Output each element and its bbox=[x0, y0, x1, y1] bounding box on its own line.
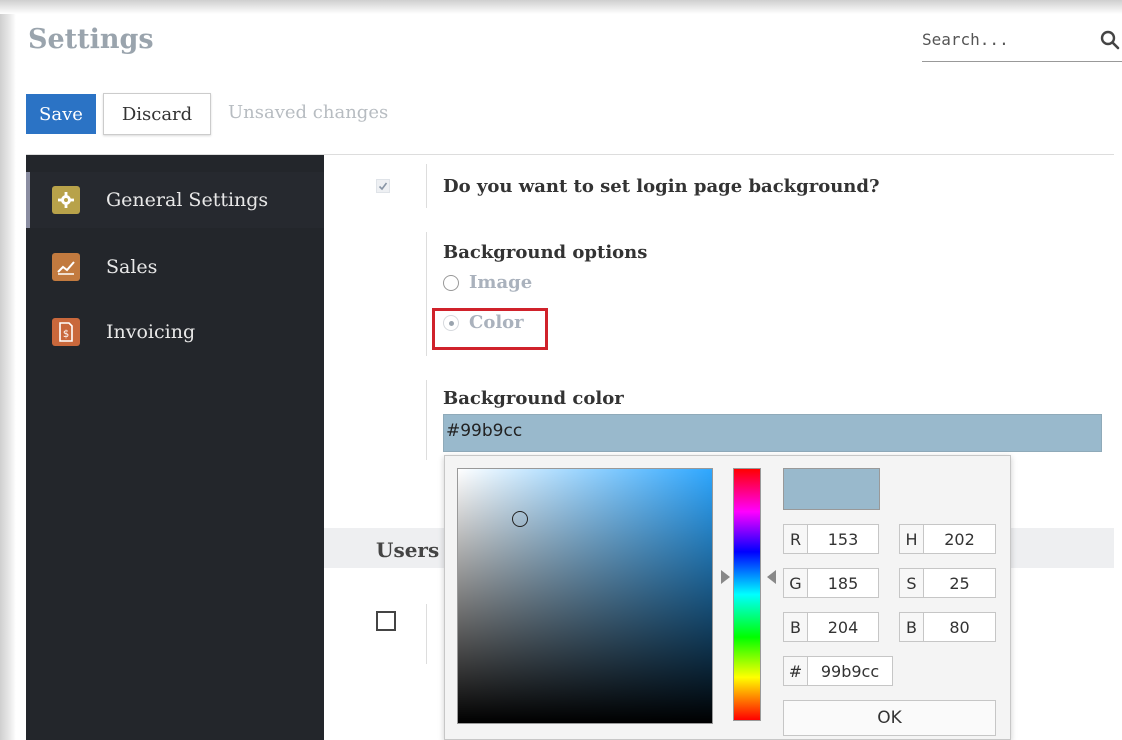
chart-icon bbox=[52, 253, 80, 281]
divider-line bbox=[426, 232, 427, 356]
field-label: B bbox=[784, 613, 808, 641]
login-background-question: Do you want to set login page background… bbox=[443, 176, 880, 197]
users-checkbox[interactable] bbox=[376, 611, 396, 631]
color-cursor[interactable] bbox=[512, 511, 528, 527]
window-frame-left bbox=[0, 0, 16, 740]
hue-field[interactable]: H 202 bbox=[899, 524, 996, 554]
field-label: # bbox=[784, 657, 808, 685]
sidebar-item-label: Sales bbox=[106, 256, 158, 278]
hue-slider-arrow-left[interactable] bbox=[721, 570, 730, 584]
field-value[interactable]: 185 bbox=[808, 569, 878, 597]
saturation-field[interactable]: S 25 bbox=[899, 568, 996, 598]
search-icon[interactable] bbox=[1098, 28, 1122, 52]
divider-line bbox=[426, 604, 427, 664]
saturation-value-field[interactable] bbox=[457, 468, 713, 724]
unsaved-changes-status: Unsaved changes bbox=[228, 102, 389, 123]
window-frame-top bbox=[0, 0, 1122, 14]
svg-text:$: $ bbox=[63, 329, 69, 340]
divider-line bbox=[426, 164, 427, 208]
hex-field[interactable]: # 99b9cc bbox=[783, 656, 893, 686]
field-value[interactable]: 204 bbox=[808, 613, 878, 641]
search-box bbox=[922, 26, 1122, 62]
field-label: B bbox=[900, 613, 924, 641]
radio-button[interactable] bbox=[443, 274, 459, 291]
sidebar: General Settings Sales $ Invoicing bbox=[26, 155, 324, 740]
search-input[interactable] bbox=[922, 30, 1082, 49]
radio-label: Image bbox=[469, 272, 533, 293]
red-field[interactable]: R 153 bbox=[783, 524, 879, 554]
background-color-label: Background color bbox=[443, 388, 624, 409]
field-value[interactable]: 202 bbox=[924, 525, 995, 553]
sidebar-item-label: Invoicing bbox=[106, 321, 196, 343]
field-value[interactable]: 99b9cc bbox=[808, 657, 892, 685]
sidebar-item-general-settings[interactable]: General Settings bbox=[26, 172, 324, 228]
field-value[interactable]: 153 bbox=[808, 525, 878, 553]
field-label: G bbox=[784, 569, 808, 597]
discard-button[interactable]: Discard bbox=[103, 93, 211, 135]
page-title: Settings bbox=[28, 24, 154, 55]
blue-field[interactable]: B 204 bbox=[783, 612, 879, 642]
field-label: R bbox=[784, 525, 808, 553]
brightness-field[interactable]: B 80 bbox=[899, 612, 996, 642]
color-preview-swatch bbox=[783, 468, 880, 510]
radio-image[interactable]: Image bbox=[443, 272, 532, 293]
sidebar-item-label: General Settings bbox=[106, 189, 269, 211]
highlight-annotation bbox=[432, 308, 548, 350]
background-color-input[interactable]: #99b9cc bbox=[443, 414, 1102, 452]
color-picker-popup: R 153 G 185 B 204 # 99b9cc H 202 S 25 B … bbox=[444, 455, 1011, 740]
users-section-title: Users bbox=[376, 538, 440, 562]
settings-app: Settings Save Discard Unsaved changes bbox=[16, 14, 1122, 740]
ok-button[interactable]: OK bbox=[783, 700, 996, 736]
field-label: S bbox=[900, 569, 924, 597]
background-options-label: Background options bbox=[443, 242, 648, 263]
save-button[interactable]: Save bbox=[26, 94, 96, 134]
field-value[interactable]: 80 bbox=[924, 613, 995, 641]
field-value[interactable]: 25 bbox=[924, 569, 995, 597]
login-background-checkbox[interactable] bbox=[376, 179, 390, 193]
hue-slider[interactable] bbox=[733, 468, 761, 721]
invoice-icon: $ bbox=[52, 318, 80, 346]
sidebar-item-invoicing[interactable]: $ Invoicing bbox=[26, 304, 324, 360]
hue-slider-arrow-right[interactable] bbox=[767, 570, 776, 584]
green-field[interactable]: G 185 bbox=[783, 568, 879, 598]
divider-line bbox=[426, 380, 427, 460]
sidebar-item-sales[interactable]: Sales bbox=[26, 239, 324, 295]
field-label: H bbox=[900, 525, 924, 553]
gear-icon bbox=[52, 186, 80, 214]
